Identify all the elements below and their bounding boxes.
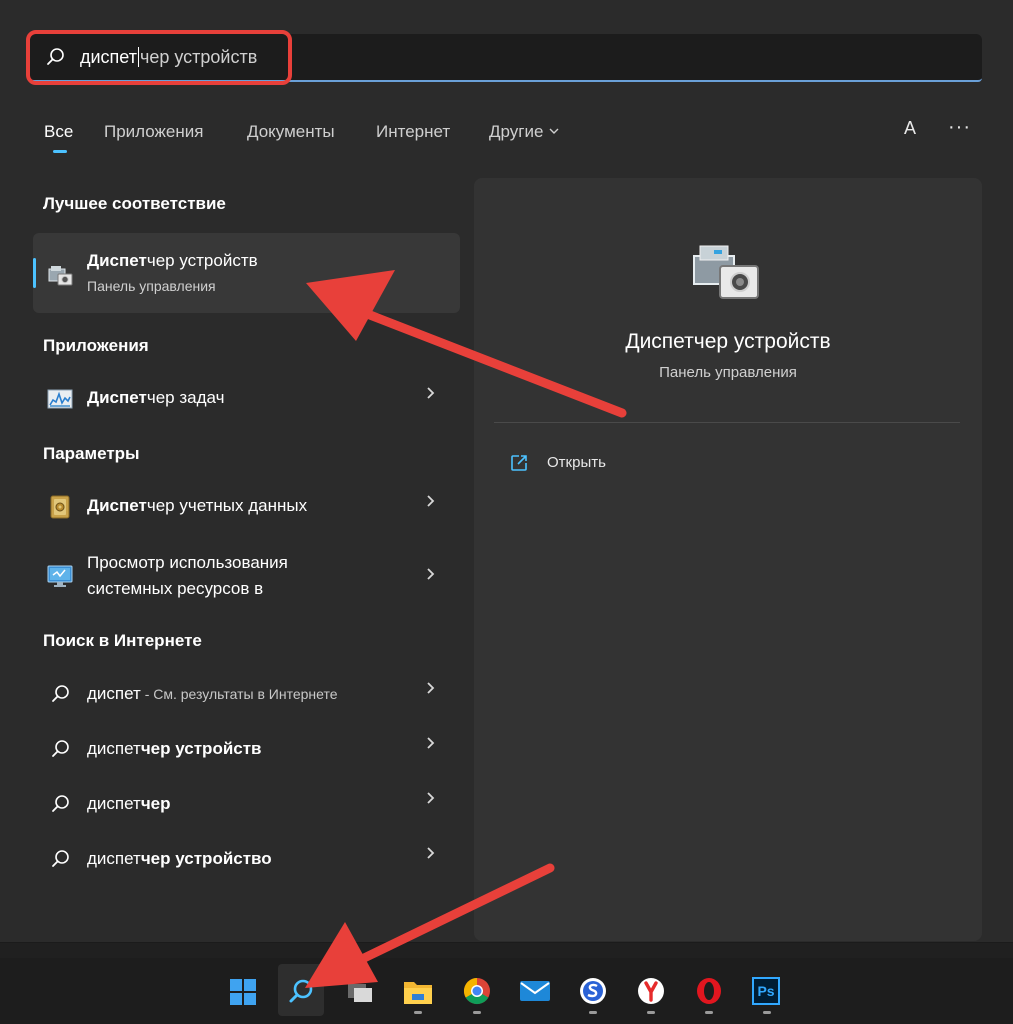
task-manager-icon (47, 389, 73, 409)
file-explorer-icon (404, 982, 432, 1004)
tab-internet[interactable]: Интернет (376, 122, 450, 142)
open-label: Открыть (547, 454, 606, 471)
yandex-browser-icon (638, 978, 664, 1004)
divider (494, 422, 960, 423)
web-result-label: диспетчер (87, 794, 171, 814)
result-task-manager[interactable]: Диспетчер задач (33, 372, 460, 426)
mail-button[interactable] (512, 964, 558, 1016)
chevron-right-icon (427, 792, 435, 804)
result-label: Диспетчер учетных данных (87, 496, 307, 516)
result-label: Диспетчер задач (87, 388, 224, 408)
device-manager-icon (48, 266, 73, 286)
windows-start-icon (230, 979, 256, 1005)
device-manager-large-icon (693, 245, 759, 299)
best-match-title-rest: чер устройств (146, 251, 258, 270)
running-indicator (589, 1011, 597, 1014)
mail-icon (520, 981, 550, 1001)
search-icon (289, 979, 313, 1003)
web-result-query: диспет (87, 739, 141, 758)
running-indicator (414, 1011, 422, 1014)
tab-apps[interactable]: Приложения (104, 122, 203, 142)
result-label-line1: Просмотр использования (87, 553, 288, 572)
search-icon (52, 795, 69, 812)
tab-more-label: Другие (489, 122, 544, 141)
chevron-right-icon (427, 387, 435, 399)
web-result-label: диспет - См. результаты в Интернете (87, 684, 338, 704)
result-label-line2: системных ресурсов в (87, 579, 264, 598)
task-view-button[interactable] (337, 964, 383, 1016)
best-match-result[interactable]: Диспетчер устройств Панель управления (33, 233, 460, 313)
section-settings: Параметры (43, 444, 140, 463)
yandex-browser-button[interactable] (628, 964, 674, 1016)
chevron-right-icon (427, 682, 435, 694)
search-icon (52, 685, 69, 702)
selection-indicator (33, 258, 36, 288)
search-icon (52, 740, 69, 757)
search-icon (52, 850, 69, 867)
running-indicator (705, 1011, 713, 1014)
photoshop-icon: Ps (752, 977, 780, 1005)
task-view-icon (348, 984, 372, 1002)
section-web: Поиск в Интернете (43, 631, 202, 650)
section-apps: Приложения (43, 336, 149, 355)
opera-button[interactable] (686, 964, 732, 1016)
start-button[interactable] (220, 964, 266, 1016)
account-avatar[interactable]: A (897, 115, 923, 141)
skype-like-icon (580, 978, 606, 1004)
preview-subtitle: Панель управления (659, 364, 797, 381)
result-credential-manager[interactable]: Диспетчер учетных данных (33, 480, 460, 534)
web-result[interactable]: диспетчер устройство (33, 832, 460, 886)
annotation-highlight-box (26, 30, 292, 85)
web-result[interactable]: диспетчер (33, 777, 460, 831)
best-match-subtitle: Панель управления (87, 278, 216, 294)
web-result-query: диспет (87, 684, 141, 703)
chevron-right-icon (427, 568, 435, 580)
web-result-label: диспетчер устройство (87, 849, 272, 869)
chevron-right-icon (427, 847, 435, 859)
best-match-title: Диспетчер устройств (87, 251, 258, 271)
chevron-right-icon (427, 737, 435, 749)
web-result[interactable]: диспет - См. результаты в Интернете (33, 667, 460, 721)
chevron-right-icon (427, 495, 435, 507)
web-result-query: диспет (87, 794, 141, 813)
chevron-down-icon (549, 128, 559, 134)
web-result-completion: чер устройство (140, 849, 272, 868)
messenger-button[interactable] (570, 964, 616, 1016)
section-best-match: Лучшее соответствие (43, 194, 226, 213)
running-indicator (647, 1011, 655, 1014)
web-result-suffix: - См. результаты в Интернете (140, 686, 338, 702)
more-options-button[interactable]: ··· (948, 116, 971, 139)
taskbar-search-button[interactable] (278, 964, 324, 1016)
result-resource-usage[interactable]: Просмотр использования системных ресурсо… (33, 545, 460, 607)
file-explorer-button[interactable] (395, 964, 441, 1016)
chrome-icon (463, 977, 490, 1005)
active-tab-indicator (53, 150, 67, 153)
open-external-icon (511, 455, 527, 471)
web-result-completion: чер (140, 794, 171, 813)
preview-pane: Диспетчер устройств Панель управления От… (474, 178, 982, 941)
web-result-completion: чер устройств (140, 739, 262, 758)
taskbar: Ps (0, 958, 1013, 1024)
best-match-title-bold: Диспет (87, 251, 147, 270)
running-indicator (473, 1011, 481, 1014)
web-result-label: диспетчер устройств (87, 739, 262, 759)
result-label-bold: Диспет (87, 388, 147, 407)
result-label-bold: Диспет (87, 496, 147, 515)
result-label-rest: чер задач (146, 388, 225, 407)
credential-manager-icon (50, 495, 70, 519)
running-indicator (763, 1011, 771, 1014)
web-result-query: диспет (87, 849, 141, 868)
monitor-icon (47, 565, 73, 587)
photoshop-button[interactable]: Ps (744, 964, 790, 1016)
web-result[interactable]: диспетчер устройств (33, 722, 460, 776)
preview-title: Диспетчер устройств (625, 330, 831, 353)
tab-more[interactable]: Другие (489, 122, 560, 142)
opera-icon (697, 978, 721, 1004)
result-label-rest: чер учетных данных (146, 496, 308, 515)
start-search-panel: диспет чер устройств Все Приложения Докум… (0, 0, 1013, 943)
tab-all[interactable]: Все (44, 122, 73, 142)
tab-documents[interactable]: Документы (247, 122, 335, 142)
chrome-button[interactable] (454, 964, 500, 1016)
